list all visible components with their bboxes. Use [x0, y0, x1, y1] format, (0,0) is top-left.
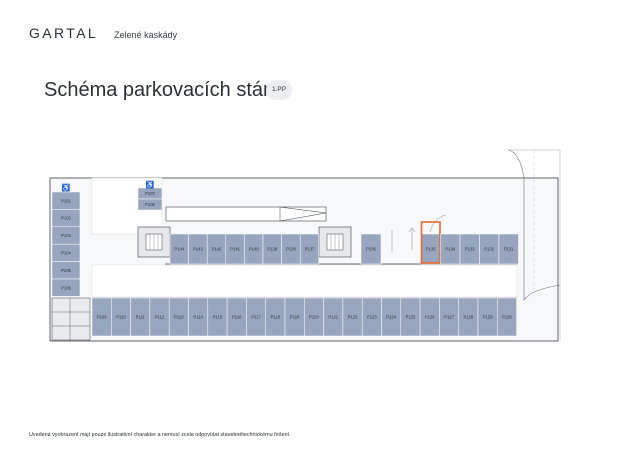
parking-space-p140[interactable]: P140 — [244, 233, 264, 265]
parking-space-p137[interactable]: P137 — [299, 233, 320, 265]
parking-space-p128[interactable]: P128 — [458, 297, 479, 337]
parking-space-p114[interactable]: P114 — [188, 297, 209, 337]
wheelchair-icon: ♿ — [62, 183, 71, 192]
parking-space-label: P129 — [483, 315, 493, 320]
parking-space-label: P126 — [425, 315, 435, 320]
parking-space-label: P130 — [502, 315, 512, 320]
parking-plan: ♿ P101 P102 P103 P104 P105 P106 P107 P108 ♿ P144 P1… — [49, 149, 561, 342]
parking-space-p131[interactable]: P131 — [498, 233, 519, 265]
parking-space-label: P141 — [230, 247, 240, 252]
parking-space-p136[interactable]: P136 — [360, 233, 382, 265]
parking-space-label: P117 — [251, 315, 261, 320]
parking-space-p144[interactable]: P144 — [169, 233, 189, 265]
parking-space-p134[interactable]: P134 — [440, 233, 461, 265]
parking-space-label: P124 — [386, 315, 396, 320]
parking-space-p123[interactable]: P123 — [361, 297, 382, 337]
parking-space-label: P113 — [174, 315, 184, 320]
parking-space-label: P110 — [116, 315, 126, 320]
parking-space-p139[interactable]: P139 — [262, 233, 282, 265]
parking-space-label: P137 — [305, 247, 315, 252]
parking-space-p110[interactable]: P110 — [111, 297, 131, 337]
parking-space-label: P103 — [61, 233, 71, 238]
parking-space-p104[interactable]: P104 — [51, 243, 81, 262]
parking-space-label: P116 — [232, 315, 242, 320]
parking-space-label: P143 — [193, 247, 203, 252]
parking-space-label: P108 — [145, 202, 155, 207]
parking-space-p119[interactable]: P119 — [284, 297, 305, 337]
parking-space-p120[interactable]: P120 — [304, 297, 324, 337]
parking-space-label: P118 — [271, 315, 281, 320]
parking-space-p107[interactable]: P107 — [137, 187, 163, 200]
parking-space-p122[interactable]: P122 — [342, 297, 363, 337]
parking-space-label: P142 — [212, 247, 222, 252]
parking-space-p127[interactable]: P127 — [439, 297, 459, 337]
parking-space-p132[interactable]: P132 — [479, 233, 500, 265]
parking-space-label: P106 — [61, 285, 71, 290]
parking-space-label: P104 — [61, 251, 71, 256]
parking-space-label: P132 — [484, 247, 494, 252]
parking-space-label: P111 — [136, 315, 146, 320]
parking-space-p103[interactable]: P103 — [51, 226, 81, 245]
parking-space-label: P102 — [61, 216, 71, 221]
parking-space-label: P112 — [155, 315, 165, 320]
parking-space-label: P140 — [249, 247, 259, 252]
parking-space-label: P125 — [406, 315, 416, 320]
parking-space-p115[interactable]: P115 — [207, 297, 228, 337]
parking-space-label: P131 — [504, 247, 514, 252]
parking-space-label: P133 — [465, 247, 475, 252]
parking-space-p111[interactable]: P111 — [130, 297, 151, 337]
parking-space-label: P107 — [145, 191, 155, 196]
parking-space-p126[interactable]: P126 — [419, 297, 440, 337]
parking-space-label: P135 — [426, 247, 436, 252]
parking-space-p108[interactable]: P108 — [137, 198, 163, 211]
parking-space-label: P144 — [174, 247, 184, 252]
svg-text:♿: ♿ — [146, 180, 155, 189]
parking-space-label: P123 — [367, 315, 377, 320]
parking-space-label: P138 — [286, 247, 296, 252]
parking-space-label: P122 — [348, 315, 358, 320]
parking-space-label: P114 — [193, 315, 203, 320]
wheelchair-icon: ♿ — [146, 180, 155, 189]
parking-space-p121[interactable]: P121 — [323, 297, 344, 337]
parking-space-label: P136 — [366, 247, 376, 252]
parking-space-p138[interactable]: P138 — [281, 233, 301, 265]
parking-space-label: P139 — [267, 247, 277, 252]
parking-space-p142[interactable]: P142 — [206, 233, 227, 265]
svg-text:♿: ♿ — [62, 183, 71, 192]
parking-space-p141[interactable]: P141 — [225, 233, 245, 265]
parking-space-label: P109 — [97, 315, 107, 320]
parking-space-label: P105 — [61, 268, 71, 273]
parking-space-label: P115 — [213, 315, 223, 320]
parking-space-label: P134 — [445, 247, 455, 252]
parking-space-p102[interactable]: P102 — [51, 209, 81, 228]
parking-space-p101[interactable]: P101 — [51, 191, 81, 210]
parking-space-label: P101 — [61, 198, 71, 203]
parking-space-label: P127 — [444, 315, 454, 320]
parking-space-p118[interactable]: P118 — [265, 297, 286, 337]
parking-space-p117[interactable]: P117 — [246, 297, 266, 337]
parking-space-label: P119 — [290, 315, 300, 320]
parking-space-label: P128 — [463, 315, 473, 320]
parking-space-p109[interactable]: P109 — [91, 297, 112, 337]
parking-space-p113[interactable]: P113 — [168, 297, 189, 337]
parking-space-p143[interactable]: P143 — [188, 233, 208, 265]
parking-space-label: P120 — [309, 315, 319, 320]
parking-space-p129[interactable]: P129 — [477, 297, 498, 337]
parking-space-p125[interactable]: P125 — [400, 297, 421, 337]
parking-space-label: P121 — [328, 315, 338, 320]
stairwell-icon — [137, 226, 171, 258]
parking-space-p116[interactable]: P116 — [226, 297, 247, 337]
parking-space-p112[interactable]: P112 — [149, 297, 170, 337]
stairwell-icon — [318, 226, 352, 258]
disclaimer: Uvedená vyobrazení mají pouze ilustrativ… — [29, 432, 291, 438]
parking-space-p106[interactable]: P106 — [51, 278, 81, 297]
parking-space-p105[interactable]: P105 — [51, 261, 81, 280]
parking-space-p130[interactable]: P130 — [497, 297, 517, 337]
parking-space-p133[interactable]: P133 — [459, 233, 480, 265]
parking-space-p124[interactable]: P124 — [381, 297, 402, 337]
